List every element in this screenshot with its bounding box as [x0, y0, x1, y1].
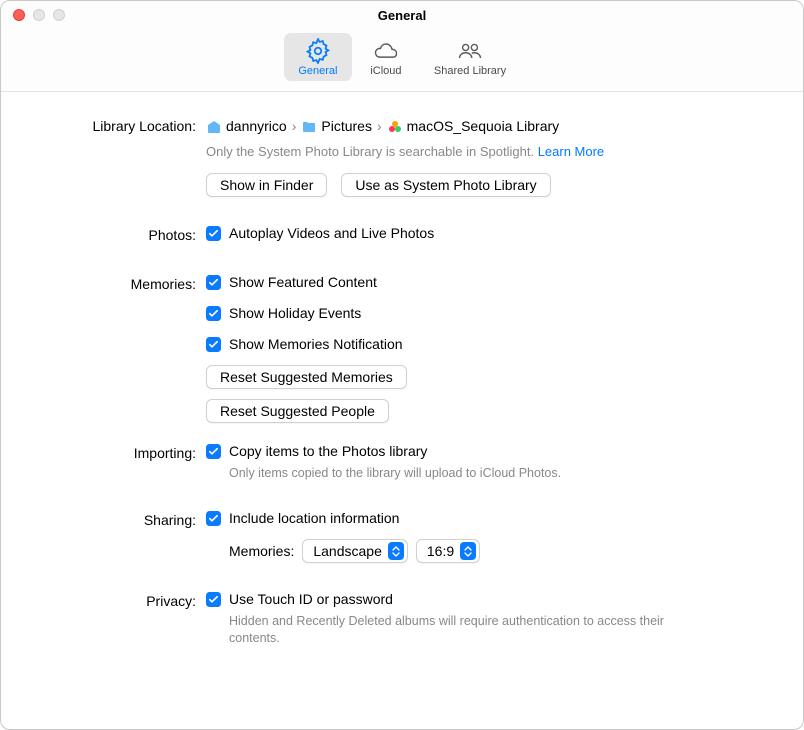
sharing-label: Sharing: — [41, 508, 206, 531]
close-button[interactable] — [13, 9, 25, 21]
tab-label: iCloud — [370, 65, 401, 77]
aspect-select[interactable]: 16:9 — [416, 539, 480, 563]
minimize-button[interactable] — [33, 9, 45, 21]
show-holiday-checkbox[interactable] — [206, 306, 221, 321]
chevron-right-icon: › — [291, 116, 298, 137]
touchid-checkbox[interactable] — [206, 592, 221, 607]
show-featured-label: Show Featured Content — [229, 272, 377, 293]
folder-icon — [301, 119, 317, 135]
library-helper-text: Only the System Photo Library is searcha… — [206, 144, 534, 159]
reset-people-button[interactable]: Reset Suggested People — [206, 399, 389, 423]
importing-label: Importing: — [41, 441, 206, 464]
crumb-segment: macOS_Sequoia Library — [407, 116, 560, 137]
tab-label: Shared Library — [434, 65, 506, 77]
breadcrumb[interactable]: dannyrico › Pictures › macOS_Seq — [206, 114, 763, 137]
include-location-checkbox[interactable] — [206, 511, 221, 526]
content-area: Library Location: dannyrico › Pictures › — [1, 92, 803, 669]
toolbar: General iCloud Shared Library — [1, 29, 803, 92]
photos-label: Photos: — [41, 223, 206, 246]
tab-shared-library[interactable]: Shared Library — [420, 33, 520, 81]
tab-label: General — [298, 65, 337, 77]
maximize-button[interactable] — [53, 9, 65, 21]
copy-items-checkbox[interactable] — [206, 444, 221, 459]
crumb-segment: Pictures — [321, 116, 372, 137]
chevron-right-icon: › — [376, 116, 383, 137]
memories-orientation-label: Memories: — [229, 543, 294, 559]
people-icon — [456, 38, 484, 64]
preferences-window: General General iCloud — [0, 0, 804, 730]
show-featured-checkbox[interactable] — [206, 275, 221, 290]
show-in-finder-button[interactable]: Show in Finder — [206, 173, 327, 197]
include-location-label: Include location information — [229, 508, 399, 529]
privacy-label: Privacy: — [41, 589, 206, 612]
touchid-label: Use Touch ID or password — [229, 589, 393, 610]
autoplay-label: Autoplay Videos and Live Photos — [229, 223, 434, 244]
orientation-select[interactable]: Landscape — [302, 539, 408, 563]
copy-items-label: Copy items to the Photos library — [229, 441, 427, 462]
use-as-system-library-button[interactable]: Use as System Photo Library — [341, 173, 550, 197]
learn-more-link[interactable]: Learn More — [538, 144, 604, 159]
tab-general[interactable]: General — [284, 33, 352, 81]
show-notification-label: Show Memories Notification — [229, 334, 403, 355]
importing-helper: Only items copied to the library will up… — [229, 465, 763, 482]
aspect-value: 16:9 — [427, 543, 454, 559]
library-location-label: Library Location: — [41, 114, 206, 137]
window-title: General — [1, 8, 803, 23]
show-holiday-label: Show Holiday Events — [229, 303, 361, 324]
updown-arrow-icon — [460, 542, 476, 560]
privacy-helper: Hidden and Recently Deleted albums will … — [229, 613, 689, 647]
show-notification-checkbox[interactable] — [206, 337, 221, 352]
titlebar: General — [1, 1, 803, 29]
gear-icon — [304, 38, 332, 64]
tab-icloud[interactable]: iCloud — [352, 33, 420, 81]
reset-memories-button[interactable]: Reset Suggested Memories — [206, 365, 407, 389]
crumb-segment: dannyrico — [226, 116, 287, 137]
autoplay-checkbox[interactable] — [206, 226, 221, 241]
updown-arrow-icon — [388, 542, 404, 560]
photos-library-icon — [387, 119, 403, 135]
cloud-icon — [372, 38, 400, 64]
home-icon — [206, 119, 222, 135]
memories-label: Memories: — [41, 272, 206, 295]
orientation-value: Landscape — [313, 543, 382, 559]
